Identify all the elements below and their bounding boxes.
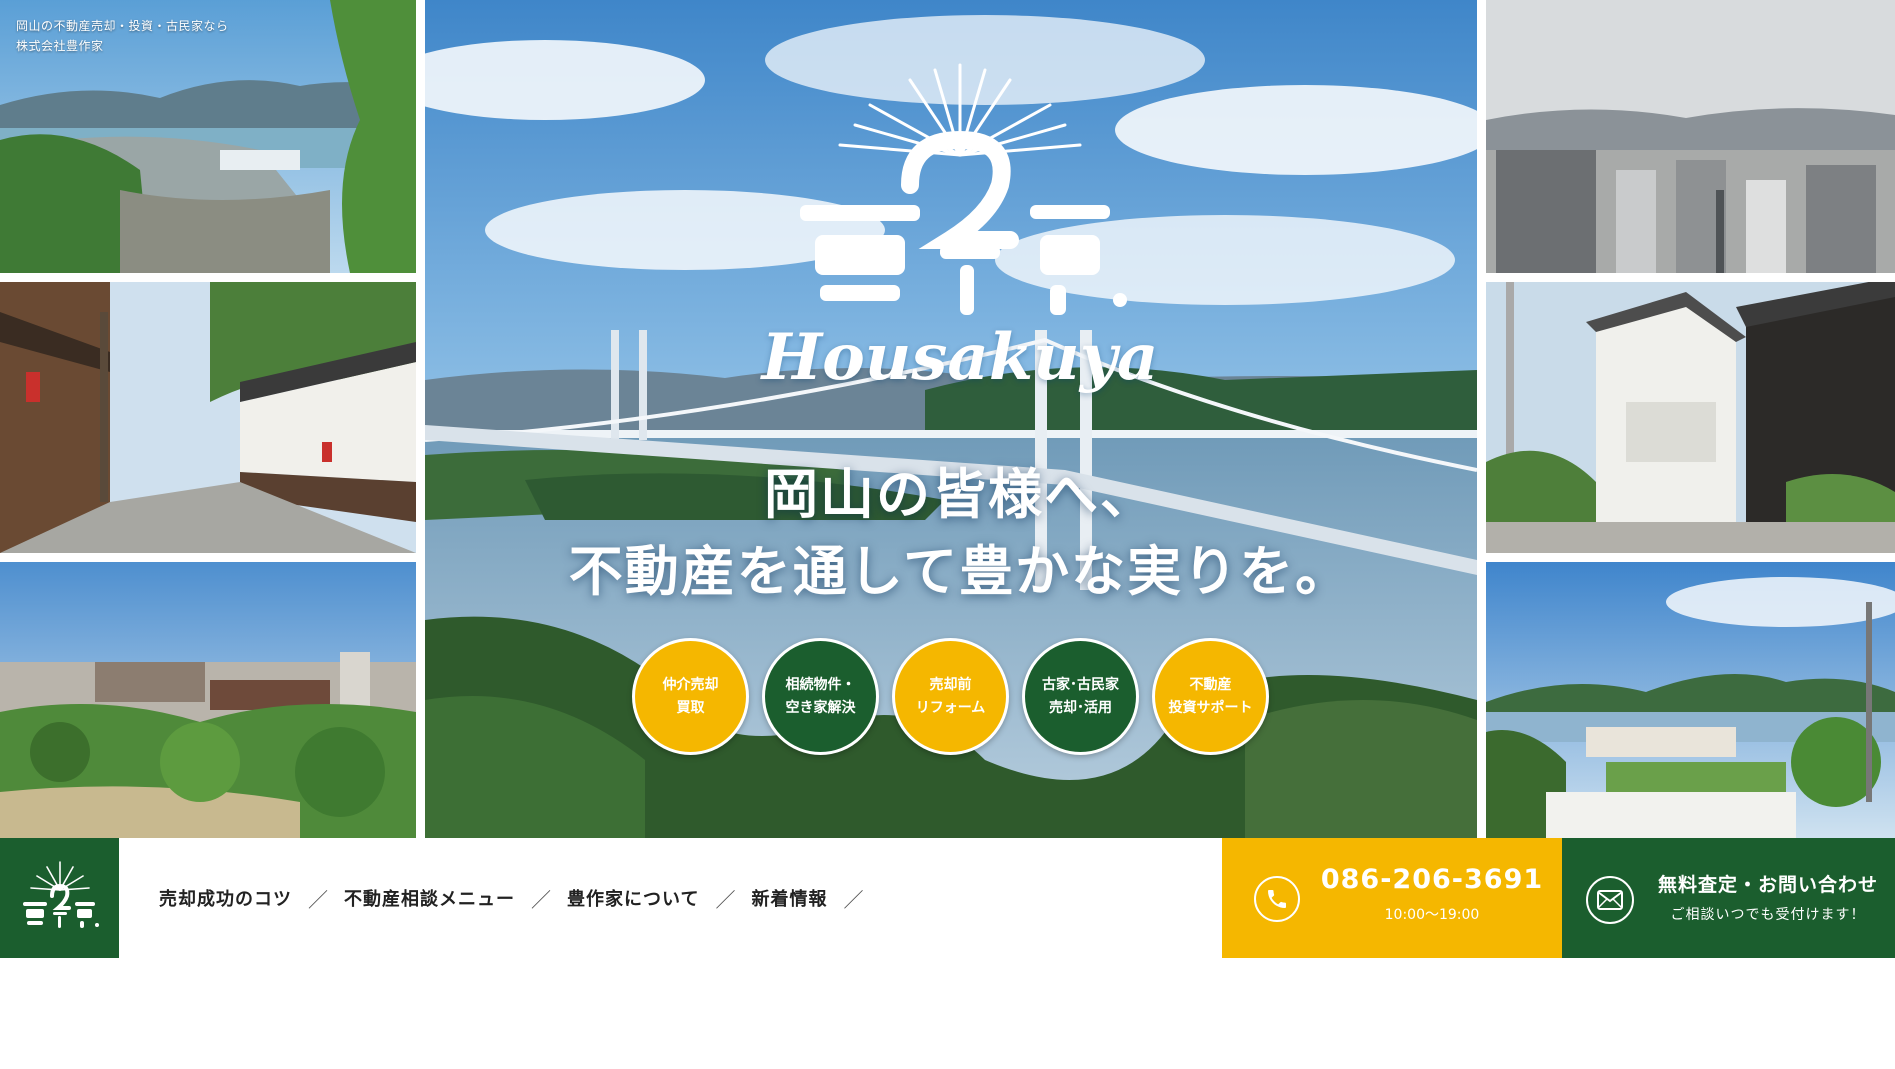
nav-separator: ／ xyxy=(531,887,551,912)
service-buttons: 仲介売却 買取 相続物件・ 空き家解決 売却前 リフォーム 古家･古民家 売却･… xyxy=(632,638,1269,755)
nav-item-news[interactable]: 新着情報 xyxy=(751,885,827,911)
nav-separator: ／ xyxy=(843,887,864,912)
contact-title: 無料査定・お問い合わせ xyxy=(1657,874,1878,896)
nav-item-consult-menu[interactable]: 不動産相談メニュー xyxy=(344,885,515,911)
logo-icon xyxy=(22,861,99,928)
storehouse-photo xyxy=(1486,282,1895,553)
city-skyline-photo xyxy=(1486,0,1895,273)
phone-icon xyxy=(1254,876,1300,922)
phone-contact-button[interactable]: 086-206-3691 10:00〜19:00 xyxy=(1222,838,1562,958)
site-tagline: 岡山の不動産売却・投資・古民家なら 株式会社豊作家 xyxy=(16,16,229,56)
logo-wordmark: Housakuya xyxy=(761,320,1159,395)
nav-links: 売却成功のコツ ／ 不動産相談メニュー ／ 豊作家について ／ 新着情報 ／ xyxy=(159,838,879,958)
main-navbar: 売却成功のコツ ／ 不動産相談メニュー ／ 豊作家について ／ 新着情報 ／ 0… xyxy=(0,838,1895,958)
nav-logo-link[interactable] xyxy=(0,838,119,958)
tagline-line2: 株式会社豊作家 xyxy=(16,39,104,53)
contact-subtitle: ご相談いつでも受付けます！ xyxy=(1670,907,1866,923)
garden-city-photo xyxy=(0,562,416,838)
bay-village-photo xyxy=(1486,562,1895,838)
service-old-house-button[interactable]: 古家･古民家 売却･活用 xyxy=(1022,638,1139,755)
phone-number: 086-206-3691 xyxy=(1320,864,1544,895)
tagline-line1: 岡山の不動産売却・投資・古民家なら xyxy=(16,19,229,33)
nav-separator: ／ xyxy=(308,887,328,912)
service-inheritance-button[interactable]: 相続物件・ 空き家解決 xyxy=(762,638,879,755)
business-hours: 10:00〜19:00 xyxy=(1384,907,1480,923)
old-street-photo xyxy=(0,282,416,553)
hero-section: 岡山の不動産売却・投資・古民家なら 株式会社豊作家 Housakuya 岡山の皆… xyxy=(0,0,1895,838)
service-brokerage-button[interactable]: 仲介売却 買取 xyxy=(632,638,749,755)
contact-form-button[interactable]: 無料査定・お問い合わせ ご相談いつでも受付けます！ xyxy=(1562,838,1895,958)
mail-icon xyxy=(1586,876,1634,924)
nav-separator: ／ xyxy=(715,887,736,912)
hero-headline-line2: 不動産を通して豊かな実りを。 xyxy=(568,540,1352,603)
service-reform-button[interactable]: 売却前 リフォーム xyxy=(892,638,1009,755)
hero-headline-line1: 岡山の皆様へ、 xyxy=(764,463,1156,526)
nav-item-about[interactable]: 豊作家について xyxy=(567,885,699,911)
service-investment-button[interactable]: 不動産 投資サポート xyxy=(1152,638,1269,755)
nav-item-tips[interactable]: 売却成功のコツ xyxy=(159,885,292,911)
